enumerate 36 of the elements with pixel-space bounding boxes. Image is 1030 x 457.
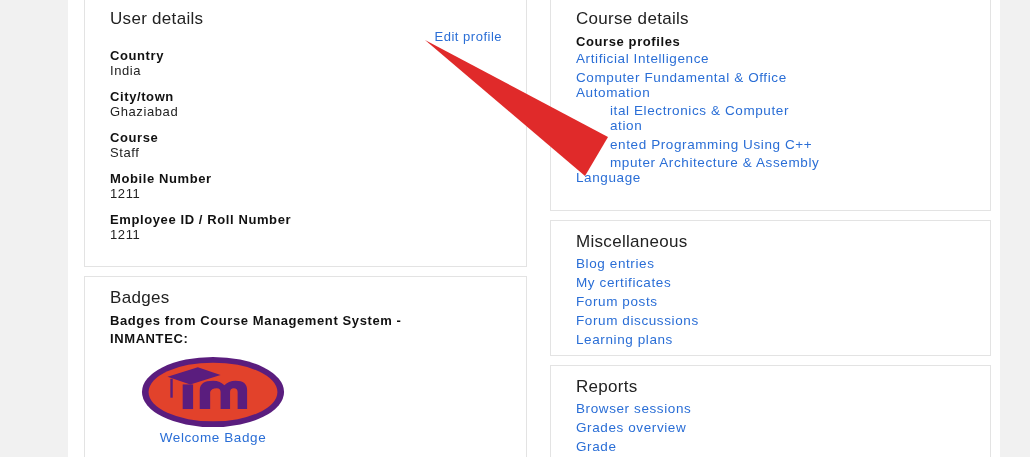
field-label: Course (110, 130, 160, 145)
course-link[interactable]: ital Electronics & Computer (610, 103, 789, 118)
card-title: Reports (576, 376, 639, 398)
card-title: User details (110, 8, 205, 30)
edit-profile-link[interactable]: Edit profile (110, 29, 502, 44)
field-label: Mobile Number (110, 171, 213, 186)
badge-link[interactable]: Welcome Badge (159, 430, 267, 446)
report-link[interactable]: Grades overview (576, 420, 966, 436)
report-link[interactable]: Browser sessions (576, 401, 966, 417)
card-title: Miscellaneous (576, 231, 689, 253)
course-link[interactable]: Artificial Intelligence (576, 51, 710, 66)
field-label: Country (110, 48, 166, 63)
miscellaneous-link[interactable]: Forum posts (576, 294, 966, 310)
field-value: Ghaziabad (110, 104, 180, 119)
card-title: Badges (110, 287, 171, 309)
course-profiles-heading: Course profiles (576, 33, 682, 51)
miscellaneous-link[interactable]: My certificates (576, 275, 966, 291)
card-title: Course details (576, 8, 690, 30)
course-link[interactable]: ented Programming Using C++ (610, 136, 813, 152)
report-link[interactable]: Grade (576, 439, 966, 455)
miscellaneous-link[interactable]: Forum discussions (576, 313, 966, 329)
course-link[interactable]: mputer Architecture & Assembly (610, 155, 820, 170)
badge-icon (140, 356, 286, 428)
miscellaneous-link[interactable]: Blog entries (576, 256, 966, 272)
miscellaneous-link[interactable]: Learning plans (576, 332, 966, 348)
field-value: India (110, 63, 143, 78)
field-label: Employee ID / Roll Number (110, 212, 293, 227)
course-link[interactable]: Language (576, 170, 641, 185)
course-link[interactable]: Computer Fundamental & Office (576, 69, 787, 85)
field-value: 1211 (110, 186, 142, 201)
course-link[interactable]: Automation (576, 84, 651, 100)
field-label: City/town (110, 89, 175, 104)
badges-heading: Badges from Course Management System - INMANTEC: (110, 312, 403, 348)
course-link[interactable]: ation (610, 118, 643, 133)
field-value: Staff (110, 145, 141, 160)
field-value: 1211 (110, 227, 142, 242)
